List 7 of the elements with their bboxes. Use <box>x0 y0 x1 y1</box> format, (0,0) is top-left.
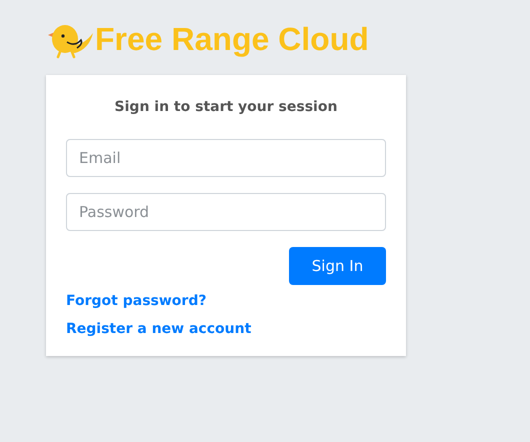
brand-name: Free Range Cloud <box>95 23 369 55</box>
link[interactable]: Register a new account <box>66 319 252 339</box>
link[interactable]: Forgot password? <box>66 291 206 311</box>
input-field[interactable]: Password <box>66 193 386 231</box>
sign-in-button[interactable]: Sign In <box>289 247 386 285</box>
login-title: Sign in to start your session <box>114 98 338 117</box>
input-field[interactable]: Email <box>66 139 386 177</box>
